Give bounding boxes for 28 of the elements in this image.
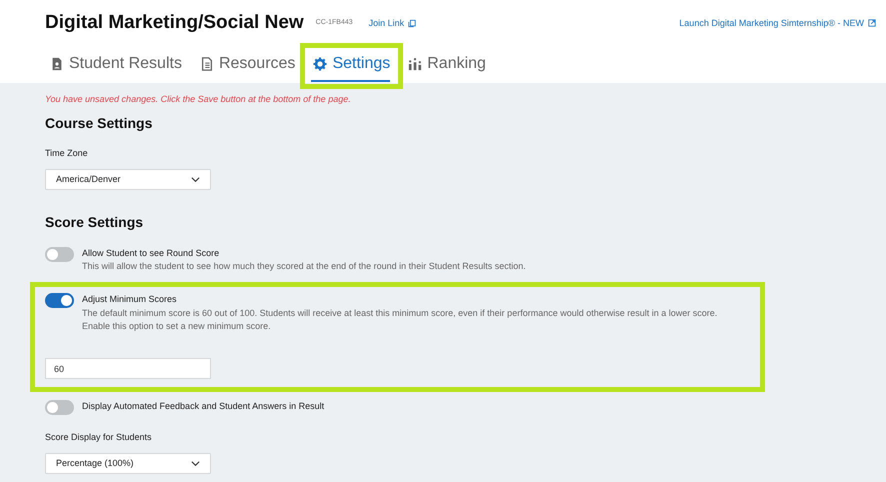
toggle-label: Adjust Minimum Scores xyxy=(82,293,178,306)
field-label: Score Display for Students xyxy=(45,431,153,444)
document-icon xyxy=(200,56,214,71)
select-field[interactable]: Percentage (100%) xyxy=(45,452,211,474)
toggle-label: Display Automated Feedback and Student Answers in Result xyxy=(82,400,324,414)
toggle-switch[interactable] xyxy=(45,246,74,262)
select-field[interactable]: America/Denver xyxy=(45,168,211,190)
bar-chart-icon xyxy=(408,56,422,71)
toggle-label: Allow Student to see Round Score xyxy=(82,246,220,260)
chevron-down-icon xyxy=(191,458,200,468)
document-person-icon xyxy=(50,56,64,71)
copy-icon xyxy=(408,18,416,28)
launch-link[interactable]: Launch Digital Marketing Simternship® - NEW xyxy=(679,16,876,30)
chevron-down-icon xyxy=(191,174,200,184)
section-heading: Course Settings xyxy=(45,114,154,132)
setting-description: The default minimum score is 60 out of 100. Students will receive at least this minimum score, even if their performance would otherwise result in a lower score. Enable this option to set a new minimum score. xyxy=(82,306,718,334)
toggle-switch[interactable] xyxy=(45,293,74,308)
join-link[interactable]: Join Link xyxy=(368,16,416,30)
toggle-switch[interactable] xyxy=(45,400,74,416)
setting-description: This will allow the student to see how much they scored at the end of the round in their Student Results section. xyxy=(82,260,526,274)
page-title: Digital Marketing/Social New xyxy=(45,12,304,35)
external-link-icon xyxy=(868,19,876,28)
field-label: Time Zone xyxy=(45,147,89,160)
tab[interactable]: Settings xyxy=(300,42,404,89)
section-heading: Score Settings xyxy=(45,214,144,231)
number-field[interactable]: 60 xyxy=(45,358,211,380)
unsaved-warning: You have unsaved changes. Click the Save button at the bottom of the page. xyxy=(45,93,352,106)
settings-icon xyxy=(313,56,328,71)
